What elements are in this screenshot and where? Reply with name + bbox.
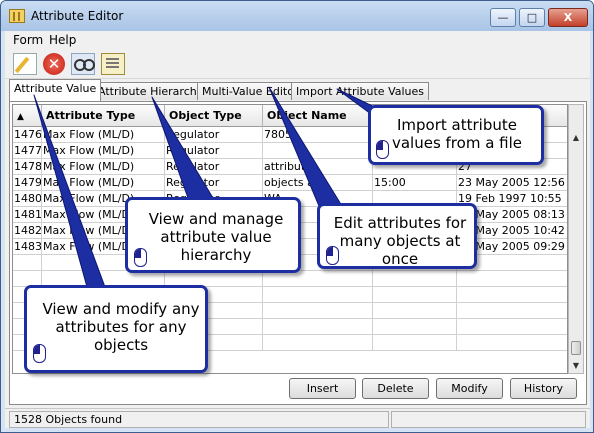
callout-hierarchy: View and manage attribute value hierarch…	[125, 197, 301, 273]
callout-import-values: Import attribute values from a file	[368, 105, 544, 165]
cell-id: 1481	[14, 207, 42, 223]
cell-object-name: 7805	[263, 127, 373, 143]
scroll-down-icon[interactable]: ▼	[569, 359, 583, 373]
history-button[interactable]: History	[510, 378, 577, 399]
cell-col5	[373, 271, 457, 287]
tab-import-attribute-values[interactable]: Import Attribute Values	[291, 82, 430, 100]
cell-object-name	[263, 335, 373, 351]
cell-object-name	[263, 271, 373, 287]
cell-object-name: attributes	[263, 159, 373, 175]
mouse-icon	[134, 248, 147, 267]
insert-button[interactable]: Insert	[289, 378, 356, 399]
status-text: 1528 Objects found	[9, 411, 389, 428]
cell-attribute-type: Max Flow (ML/D)	[42, 175, 165, 191]
cell-object-type: Regulator	[165, 143, 263, 159]
cell-col5	[373, 319, 457, 335]
callout-value-text: View and modify any attributes for any o…	[42, 300, 200, 354]
modify-button[interactable]: Modify	[436, 378, 503, 399]
delete-button[interactable]: Delete	[362, 378, 429, 399]
column-header-attribute-type[interactable]: Attribute Type	[42, 105, 165, 127]
table-row[interactable]: 1479 Max Flow (ML/D) Regulator objects at 15…	[13, 175, 567, 191]
close-button[interactable]: X	[548, 8, 588, 27]
cell-id	[13, 255, 42, 271]
mouse-icon	[376, 140, 389, 159]
cell-attribute-type: Max Flow (ML/D)	[42, 159, 165, 175]
scroll-thumb[interactable]	[571, 341, 581, 355]
status-pane	[391, 411, 586, 428]
cell-col6	[457, 319, 567, 335]
title-bar[interactable]: Attribute Editor — □ X	[1, 1, 593, 31]
toolbar: ✕	[5, 49, 590, 79]
cell-col6	[457, 335, 567, 351]
cell-object-type: Regulator	[165, 159, 263, 175]
cell-id: 1482	[14, 223, 42, 239]
tab-attribute-value[interactable]: Attribute Value	[9, 79, 102, 101]
minimize-icon: —	[497, 11, 509, 24]
maximize-icon: □	[526, 11, 538, 24]
tab-multi-value-editor[interactable]: Multi-Value Editor	[197, 82, 304, 100]
attribute-editor-window: Attribute Editor — □ X Form Help ✕ Attri…	[0, 0, 594, 433]
maximize-button[interactable]: □	[519, 8, 545, 27]
minimize-button[interactable]: —	[490, 8, 516, 27]
cell-attribute-type: Max Flow (ML/D)	[42, 127, 165, 143]
cell-col5	[373, 287, 457, 303]
cell-id: 1480	[14, 191, 42, 207]
list-icon[interactable]	[101, 53, 125, 75]
cell-id: 1483	[14, 239, 42, 255]
menu-form[interactable]: Form	[13, 33, 43, 47]
cell-id: 1476	[14, 127, 42, 143]
scroll-up-icon[interactable]: ▲	[569, 131, 583, 145]
cell-id: 1479	[14, 175, 42, 191]
callout-import-text: Import attribute values from a file	[391, 116, 523, 152]
cell-object-name	[263, 303, 373, 319]
cell-col6	[457, 287, 567, 303]
callout-multi-value: Edit attributes for many objects at once	[317, 203, 477, 269]
callout-hierarchy-text: View and manage attribute value hierarch…	[148, 210, 284, 264]
cell-object-type: Regulator	[165, 175, 263, 191]
cell-id: 1478	[14, 159, 42, 175]
status-bar: 1528 Objects found	[5, 408, 590, 428]
column-header-object-name[interactable]: Object Name	[263, 105, 373, 127]
cell-col6: 23 May 2005 12:56	[457, 175, 567, 191]
cell-object-type: Regulator	[165, 127, 263, 143]
cell-col6	[457, 303, 567, 319]
mouse-icon	[326, 246, 339, 265]
column-header-object-type[interactable]: Object Type	[165, 105, 263, 127]
edit-icon[interactable]	[13, 53, 37, 75]
delete-icon[interactable]: ✕	[43, 53, 65, 75]
callout-multi-text: Edit attributes for many objects at once	[333, 214, 467, 268]
cell-col5: 15:00	[373, 175, 457, 191]
cell-object-name	[263, 319, 373, 335]
menu-bar: Form Help	[5, 31, 590, 49]
cell-object-name	[263, 143, 373, 159]
mouse-icon	[33, 344, 46, 363]
menu-help[interactable]: Help	[49, 33, 76, 47]
cell-object-name: objects at	[263, 175, 373, 191]
sort-ascending-icon: ▲	[17, 112, 24, 122]
grid-scrollbar[interactable]: ▲ ▼	[568, 104, 584, 374]
app-icon	[9, 9, 25, 23]
cell-object-name	[263, 287, 373, 303]
close-icon: X	[563, 11, 573, 24]
cell-col5	[373, 335, 457, 351]
cell-id: 1477	[14, 143, 42, 159]
cell-attribute-type: Max Flow (ML/D)	[42, 143, 165, 159]
cell-col6	[457, 271, 567, 287]
tab-attribute-hierarchy[interactable]: Attribute Hierarchy	[93, 82, 209, 100]
cell-col5	[373, 303, 457, 319]
callout-attribute-value: View and modify any attributes for any o…	[24, 285, 208, 373]
column-header-id[interactable]: ▲	[13, 105, 42, 127]
window-title: Attribute Editor	[31, 9, 124, 23]
find-icon[interactable]	[71, 53, 95, 75]
